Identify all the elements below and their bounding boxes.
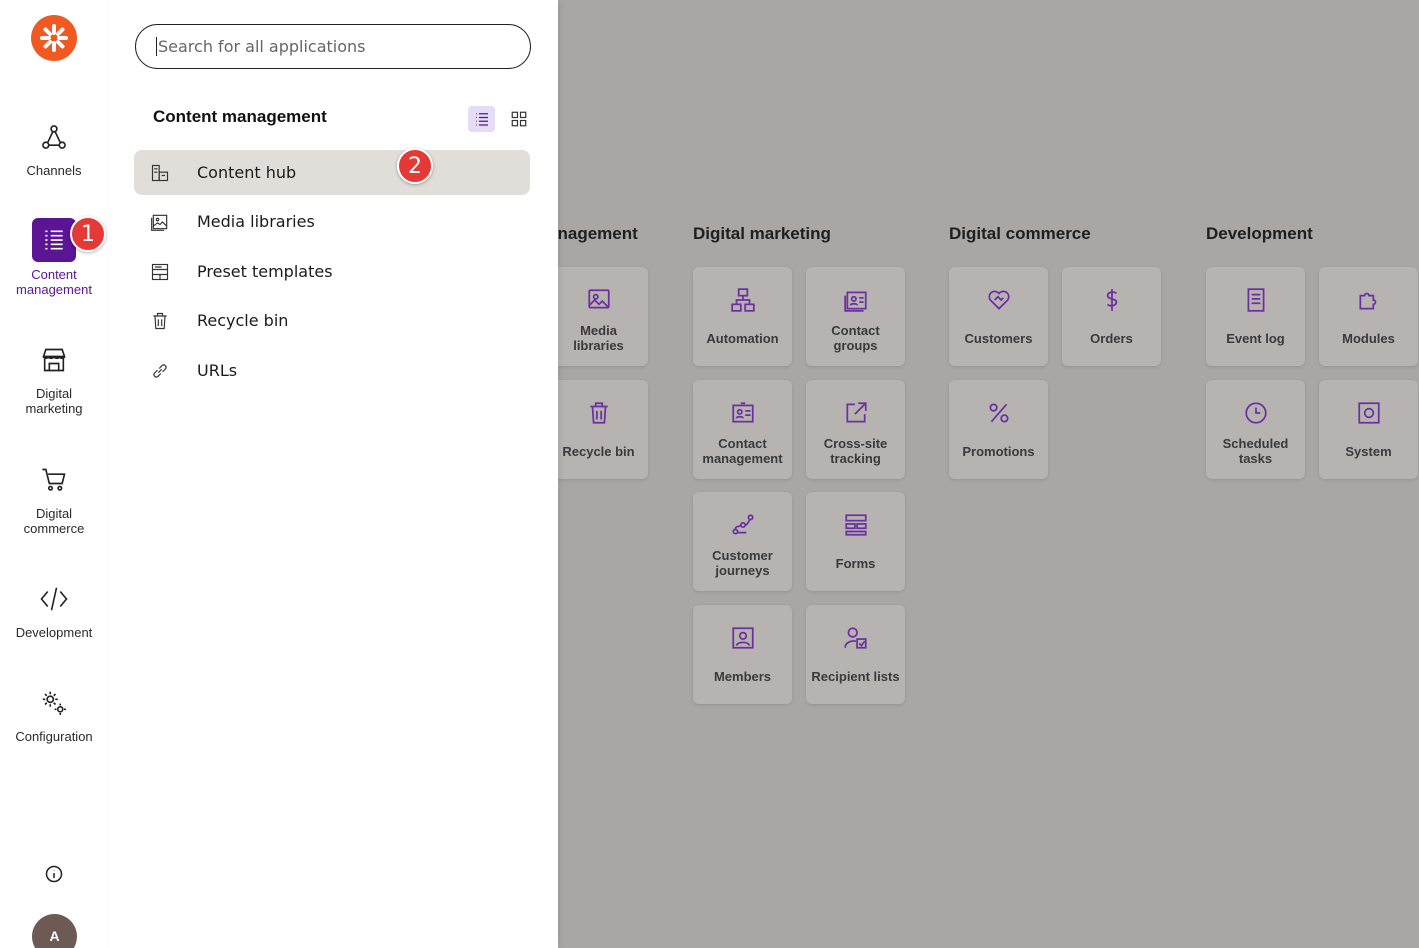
rail-item-development[interactable]: Development bbox=[0, 577, 108, 640]
tile-system[interactable]: System bbox=[1319, 380, 1418, 479]
flyout-item-content-hub[interactable]: Content hub bbox=[134, 150, 530, 195]
trash-icon bbox=[150, 311, 170, 331]
customer-journeys-icon bbox=[728, 510, 758, 540]
code-icon bbox=[32, 577, 76, 621]
search-box[interactable] bbox=[135, 24, 531, 69]
category-digital-commerce: Digital commerce bbox=[949, 224, 1091, 243]
automation-icon bbox=[728, 285, 758, 315]
trash-icon bbox=[584, 398, 614, 428]
forms-icon bbox=[841, 510, 871, 540]
tile-members[interactable]: Members bbox=[693, 605, 792, 704]
flyout-item-urls[interactable]: URLs bbox=[134, 348, 530, 393]
content-management-icon bbox=[32, 218, 76, 262]
category-content-management: Content management bbox=[558, 224, 638, 243]
category-digital-marketing: Digital marketing bbox=[693, 224, 831, 243]
gears-icon bbox=[32, 681, 76, 725]
rail-item-configuration[interactable]: Configuration bbox=[0, 681, 108, 744]
dollar-icon bbox=[1097, 285, 1127, 315]
tile-customers[interactable]: Customers bbox=[949, 267, 1048, 366]
search-input[interactable] bbox=[156, 37, 496, 56]
tile-recipient-lists[interactable]: Recipient lists bbox=[806, 605, 905, 704]
kentico-logo-icon[interactable] bbox=[31, 15, 77, 61]
list-icon bbox=[475, 113, 488, 126]
tile-media-libraries[interactable]: Media libraries bbox=[558, 267, 648, 366]
step-badge-2: 2 bbox=[397, 148, 433, 184]
contact-management-icon bbox=[728, 398, 758, 428]
user-avatar[interactable]: A bbox=[32, 914, 77, 948]
members-icon bbox=[728, 623, 758, 653]
tile-cross-site-tracking[interactable]: Cross-site tracking bbox=[806, 380, 905, 479]
tile-modules[interactable]: Modules bbox=[1319, 267, 1418, 366]
recipient-lists-icon bbox=[841, 623, 871, 653]
dashboard: Content management Digital marketing Dig… bbox=[558, 0, 1419, 948]
info-icon[interactable] bbox=[44, 864, 64, 884]
tile-scheduled-tasks[interactable]: Scheduled tasks bbox=[1206, 380, 1305, 479]
flyout-title: Content management bbox=[153, 107, 327, 126]
step-badge-1: 1 bbox=[70, 216, 106, 252]
category-development: Development bbox=[1206, 224, 1313, 243]
flyout-item-media-libraries[interactable]: Media libraries bbox=[134, 199, 530, 244]
content-hub-icon bbox=[150, 163, 170, 183]
tile-contact-management[interactable]: Contact management bbox=[693, 380, 792, 479]
rail-item-digital-marketing[interactable]: Digital marketing bbox=[0, 338, 108, 416]
flyout-item-preset-templates[interactable]: Preset templates bbox=[134, 249, 530, 294]
application-flyout: Content management Content hub 2 Media l… bbox=[108, 0, 558, 948]
percent-icon bbox=[984, 398, 1014, 428]
channels-icon bbox=[32, 115, 76, 159]
tile-customer-journeys[interactable]: Customer journeys bbox=[693, 492, 792, 591]
tile-event-log[interactable]: Event log bbox=[1206, 267, 1305, 366]
media-library-icon bbox=[150, 212, 170, 232]
clock-icon bbox=[1241, 398, 1271, 428]
grid-icon bbox=[511, 111, 527, 127]
contact-groups-icon bbox=[841, 285, 871, 315]
event-log-icon bbox=[1241, 285, 1271, 315]
rail-item-channels[interactable]: Channels bbox=[0, 115, 108, 178]
tile-promotions[interactable]: Promotions bbox=[949, 380, 1048, 479]
tile-automation[interactable]: Automation bbox=[693, 267, 792, 366]
grid-view-toggle[interactable] bbox=[506, 106, 532, 132]
link-icon bbox=[150, 361, 170, 381]
rail-item-digital-commerce[interactable]: Digital commerce bbox=[0, 458, 108, 536]
digital-marketing-icon bbox=[32, 338, 76, 382]
media-library-icon bbox=[584, 285, 614, 315]
flyout-item-recycle-bin[interactable]: Recycle bin bbox=[134, 298, 530, 343]
handshake-heart-icon bbox=[984, 285, 1014, 315]
main-navigation-rail: Channels Content management 1 Digital ma… bbox=[0, 0, 108, 948]
tile-forms[interactable]: Forms bbox=[806, 492, 905, 591]
cart-icon bbox=[32, 458, 76, 502]
tile-recycle-bin[interactable]: Recycle bin bbox=[558, 380, 648, 479]
external-link-icon bbox=[841, 398, 871, 428]
preset-templates-icon bbox=[150, 262, 170, 282]
system-icon bbox=[1354, 398, 1384, 428]
tile-contact-groups[interactable]: Contact groups bbox=[806, 267, 905, 366]
puzzle-icon bbox=[1354, 285, 1384, 315]
list-view-toggle[interactable] bbox=[468, 106, 495, 132]
tile-orders[interactable]: Orders bbox=[1062, 267, 1161, 366]
